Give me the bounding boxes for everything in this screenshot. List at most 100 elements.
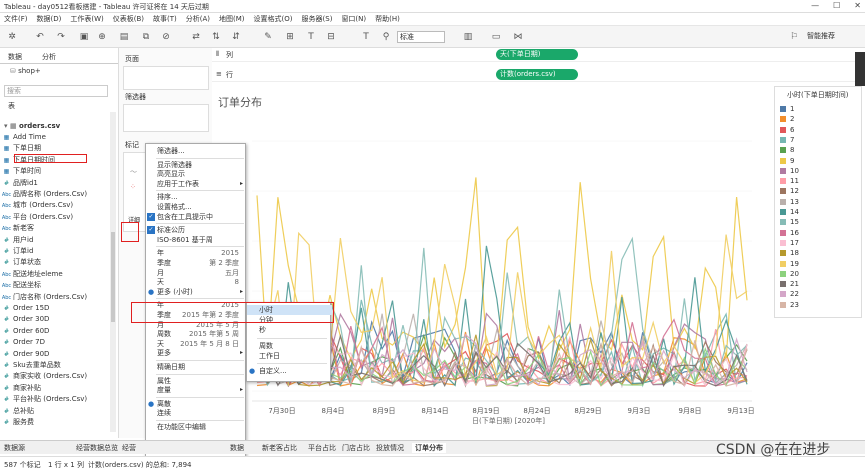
context-menu-item[interactable]: 筛选器... [146, 146, 247, 156]
presentation-icon[interactable]: ▭ [490, 31, 502, 43]
legend-item[interactable]: 2 [780, 114, 794, 124]
field-item[interactable]: # Order 90D [0, 349, 118, 359]
sheet-tab[interactable]: 数据源 [4, 443, 25, 453]
field-item[interactable]: Abc 配送坐标 [0, 280, 118, 290]
close-button[interactable]: ✕ [854, 1, 861, 10]
submenu-item[interactable]: 周数 [247, 341, 332, 351]
legend-item[interactable]: 7 [780, 135, 794, 145]
legend-item[interactable]: 17 [780, 238, 799, 248]
field-item[interactable]: # 用户id [0, 235, 118, 245]
field-item[interactable]: Abc 城市 (Orders.Csv) [0, 200, 118, 210]
legend-item[interactable]: 19 [780, 259, 799, 269]
field-item[interactable]: # Order 7D [0, 337, 118, 347]
filters-shelf[interactable] [123, 104, 209, 132]
menu-item-8[interactable]: 服务器(S) [302, 14, 333, 24]
menu-item-7[interactable]: 设置格式(O) [254, 14, 293, 24]
context-menu-item[interactable]: ISO-8601 基于周 [146, 235, 247, 245]
menu-item-1[interactable]: 数据(D) [37, 14, 62, 24]
context-menu-item[interactable]: 显示筛选器 [146, 160, 247, 170]
legend-item[interactable]: 12 [780, 186, 799, 196]
legend-item[interactable]: 21 [780, 279, 799, 289]
context-menu-item[interactable]: 更多 ▸ [146, 348, 247, 358]
context-menu-item[interactable]: 度量 ▸ [146, 385, 247, 395]
legend-item[interactable]: 6 [780, 125, 794, 135]
sheet-tab[interactable]: 投放情况 [376, 443, 404, 453]
minimize-button[interactable]: — [811, 1, 819, 10]
marks-type-icon[interactable]: 〜 [130, 167, 137, 177]
context-menu-item[interactable]: 属性 [146, 376, 247, 386]
tableau-logo-icon[interactable]: ✲ [6, 31, 18, 43]
tab-analysis[interactable]: 分析 [42, 52, 56, 62]
context-menu-item[interactable]: 年 2015 [146, 248, 247, 258]
field-item[interactable]: # Order 30D [0, 314, 118, 324]
undo-icon[interactable]: ↶ [34, 31, 46, 43]
fit-select[interactable]: 标准 [397, 31, 445, 43]
table-orders[interactable]: ▾ ▦ orders.csv [4, 121, 118, 131]
legend-item[interactable]: 18 [780, 248, 799, 258]
field-item[interactable]: ▦ Add Time [0, 132, 118, 142]
color-icon[interactable]: ⁘ [130, 183, 136, 191]
submenu-item[interactable]: 秒 [247, 325, 332, 335]
field-item[interactable]: # 总补贴 [0, 406, 118, 416]
context-menu-item[interactable]: ● 更多 (小时) ▸ [146, 287, 247, 297]
sort-asc-icon[interactable]: ⇅ [210, 31, 222, 43]
rows-shelf[interactable]: ≡ 行 计数(orders.csv) [212, 68, 862, 82]
legend-item[interactable]: 1 [780, 104, 794, 114]
new-datasource-icon[interactable]: ⊕ [96, 31, 108, 43]
legend-item[interactable]: 13 [780, 197, 799, 207]
legend-item[interactable]: 14 [780, 207, 799, 217]
field-item[interactable]: # 服务费 [0, 417, 118, 427]
sheet-tab[interactable]: 门店占比 [342, 443, 370, 453]
field-item[interactable]: # 商家补贴 [0, 383, 118, 393]
pages-shelf[interactable] [123, 66, 209, 90]
search-input[interactable]: 搜索 [4, 85, 108, 97]
menu-item-9[interactable]: 窗口(N) [341, 14, 366, 24]
field-item[interactable]: # 订单id [0, 246, 118, 256]
menu-item-10[interactable]: 帮助(H) [375, 14, 400, 24]
text-icon[interactable]: T [360, 31, 372, 43]
field-item[interactable]: # Order 15D [0, 303, 118, 313]
legend-item[interactable]: 20 [780, 269, 799, 279]
field-item[interactable]: Abc 平台 (Orders.Csv) [0, 212, 118, 222]
field-item[interactable]: # 订单状态 [0, 257, 118, 267]
columns-shelf[interactable]: ⦀ 列 天(下单日期) [212, 48, 862, 62]
group-icon[interactable]: ⊞ [284, 31, 296, 43]
context-menu-item[interactable]: 天8 [146, 277, 247, 287]
label-icon[interactable]: T [305, 31, 317, 43]
tab-data[interactable]: 数据 [8, 52, 22, 62]
legend-item[interactable]: 11 [780, 176, 799, 186]
show-cards-icon[interactable]: ▥ [462, 31, 474, 43]
context-menu-item[interactable]: 周数 2015 年第 5 周 [146, 329, 247, 339]
field-item[interactable]: ▦ 下单日期 [0, 143, 118, 153]
maximize-button[interactable]: ☐ [833, 1, 840, 10]
menu-item-6[interactable]: 地图(M) [219, 14, 245, 24]
field-item[interactable]: # 商家实收 (Orders.Csv) [0, 371, 118, 381]
context-menu-item[interactable]: 在功能区中编辑 [146, 422, 247, 432]
field-item[interactable]: # 品牌id1 [0, 178, 118, 188]
menu-item-3[interactable]: 仪表板(B) [113, 14, 144, 24]
menu-item-4[interactable]: 故事(T) [153, 14, 177, 24]
sheet-tab[interactable]: 平台占比 [308, 443, 336, 453]
context-menu-item[interactable]: 设置格式... [146, 202, 247, 212]
show-me-button[interactable]: 智能推荐 [807, 31, 835, 41]
swap-icon[interactable]: ⇄ [190, 31, 202, 43]
field-item[interactable]: # 平台补贴 (Orders.Csv) [0, 394, 118, 404]
redo-icon[interactable]: ↷ [55, 31, 67, 43]
context-menu-item[interactable]: 高亮显示 [146, 169, 247, 179]
field-item[interactable]: Abc 门店名称 (Orders.Csv) [0, 292, 118, 302]
field-item[interactable]: # Order 60D [0, 326, 118, 336]
legend-item[interactable]: 23 [780, 300, 799, 310]
sheet-tab[interactable]: 新老客占比 [262, 443, 297, 453]
legend-item[interactable]: 9 [780, 156, 794, 166]
line-chart[interactable]: 7月30日 8月4日 8月9日 8月14日 8月19日 8月24日 8月29日 9月3日 9月8… [212, 86, 772, 438]
legend-item[interactable]: 16 [780, 228, 799, 238]
context-menu-item[interactable]: ✓ 包含在工具提示中 [146, 212, 247, 222]
context-menu-item[interactable]: 排序... [146, 192, 247, 202]
new-sheet-icon[interactable]: ▤ [118, 31, 130, 43]
menu-item-2[interactable]: 工作表(W) [70, 14, 103, 24]
field-list-scrollbar[interactable] [110, 112, 116, 432]
context-menu-item[interactable]: 精确日期 [146, 362, 247, 372]
context-menu-item[interactable]: 连续 [146, 408, 247, 418]
field-item[interactable]: Abc 配送地址eleme [0, 269, 118, 279]
columns-pill[interactable]: 天(下单日期) [496, 49, 578, 60]
